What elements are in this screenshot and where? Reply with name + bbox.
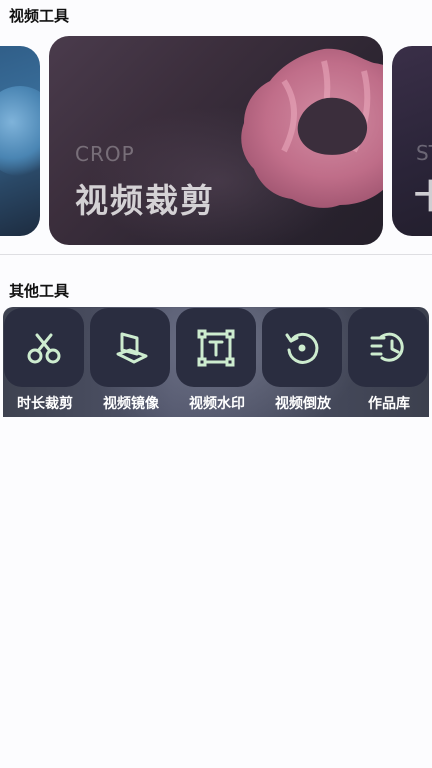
card-title: 视频裁剪 [75,181,215,220]
section-divider [0,254,432,255]
tool-tile[interactable] [176,308,256,387]
tool-tile[interactable] [4,308,84,387]
tool-tile[interactable] [90,308,170,387]
tool-label: 时长裁剪 [17,396,73,412]
carousel-card-video-crop[interactable]: CROP 视频裁剪 [49,36,383,245]
scissors-icon [27,333,61,363]
tool-label: 作品库 [368,396,410,412]
video-tools-carousel[interactable]: CROP 视频裁剪 ST 十 [0,36,432,248]
tool-video-watermark[interactable]: 视频水印 [176,307,258,417]
card-title: 十 [414,177,432,216]
tool-video-reverse[interactable]: 视频倒放 [262,307,344,417]
tool-duration-trim[interactable]: 时长裁剪 [4,307,86,417]
text-box-icon [197,329,235,366]
history-list-icon [370,332,404,362]
tool-tile[interactable] [348,308,428,387]
rewind-circle-icon [285,332,319,364]
mirror-icon [116,332,148,363]
card-subtitle: ST [416,141,432,165]
tool-label: 视频水印 [189,396,245,412]
tool-label: 视频倒放 [275,396,331,412]
donut-artwork-icon [241,48,383,208]
card-subtitle: CROP [75,142,135,166]
tool-tile[interactable] [262,308,342,387]
other-tools-grid: 时长裁剪 视频镜像 视频水印 视频倒放 作品库 [3,307,429,417]
tool-video-mirror[interactable]: 视频镜像 [90,307,172,417]
carousel-card-next[interactable]: ST 十 [392,46,432,236]
carousel-card-previous[interactable] [0,46,40,236]
tool-label: 视频镜像 [103,396,159,412]
section-title-video-tools: 视频工具 [9,7,70,25]
card-artwork [0,86,40,176]
tool-works-library[interactable]: 作品库 [348,307,429,417]
section-title-other-tools: 其他工具 [9,282,70,300]
